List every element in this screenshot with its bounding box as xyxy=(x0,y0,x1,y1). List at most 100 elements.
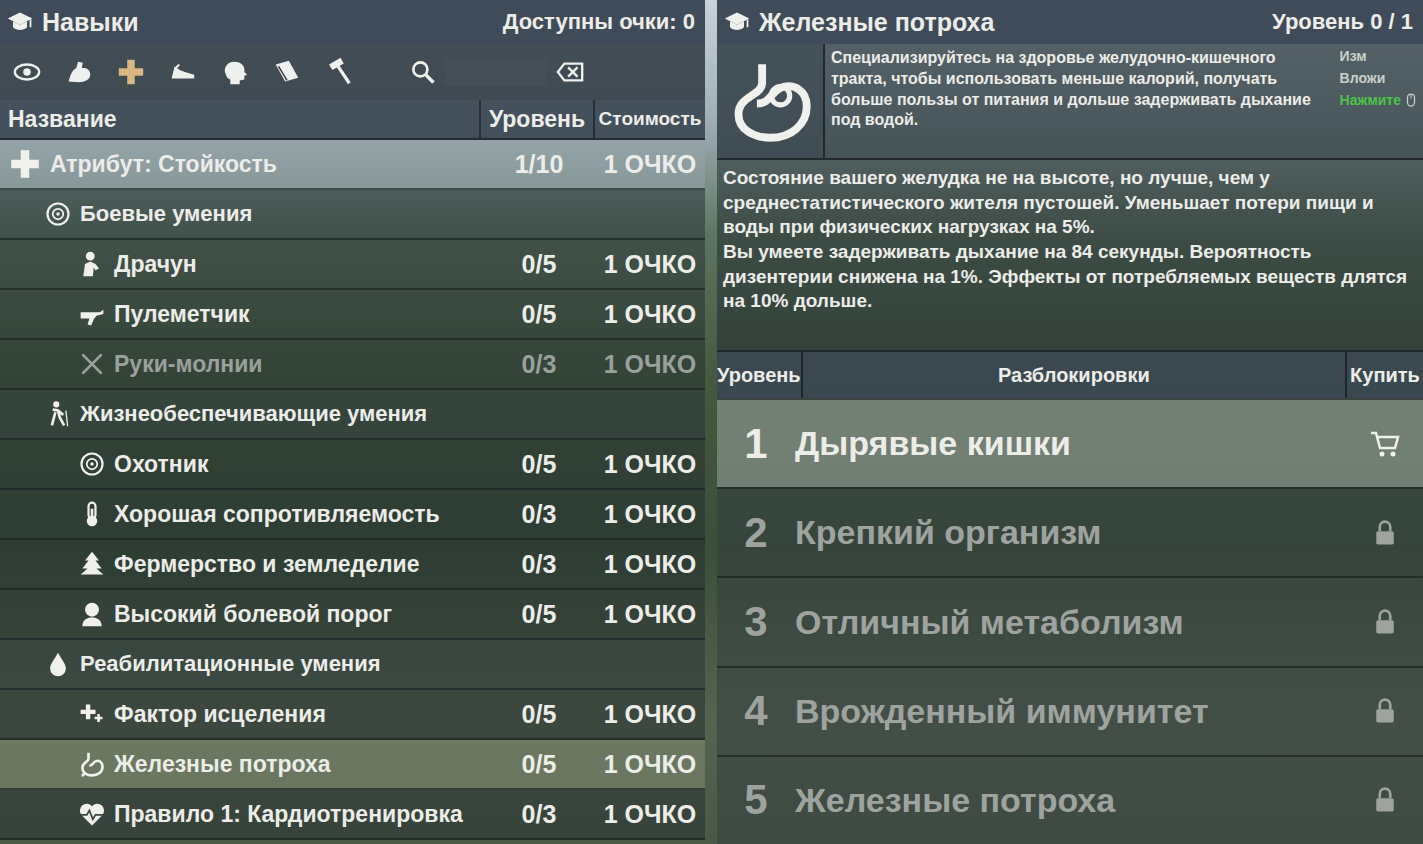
skill-row[interactable]: Хорошая сопротивляемость0/31 ОЧКО xyxy=(0,490,705,540)
tree-icon xyxy=(78,550,106,578)
skill-name: Хорошая сопротивляемость xyxy=(114,501,440,528)
skill-name: Фактор исцеления xyxy=(114,701,326,728)
skills-screen: НавыкиДоступны очки: 0 НазваниеУровеньСто… xyxy=(0,0,1423,844)
skill-row[interactable]: Драчун 0/51 ОЧКО xyxy=(0,240,705,290)
stomach-gear-icon xyxy=(728,59,812,143)
healing-plus-icon xyxy=(78,700,106,728)
drop-icon xyxy=(44,650,72,678)
perk-row[interactable]: 5Железные потроха xyxy=(717,755,1423,844)
skill-name: Жизнеобеспечивающие умения xyxy=(80,401,427,427)
skill-name: Руки-молнии xyxy=(114,351,262,378)
skill-row[interactable]: Атрибут: Стойкость1/101 ОЧКО xyxy=(0,140,705,190)
skill-level: 0/3 xyxy=(483,800,595,829)
skill-row[interactable]: Пулеметчик0/51 ОЧКО xyxy=(0,290,705,340)
skill-row[interactable]: Охотник 0/51 ОЧКО xyxy=(0,440,705,490)
skill-name-cell: Высокий болевой порог xyxy=(0,600,483,628)
skills-title: Навыки xyxy=(42,8,139,37)
skill-level: 0/5 xyxy=(483,450,595,479)
cross-icon xyxy=(116,57,146,87)
heart-icon xyxy=(78,800,106,828)
skill-level: 0/3 xyxy=(483,350,595,379)
clear-icon[interactable] xyxy=(555,57,585,87)
detail-level: Уровень 0 / 1 xyxy=(1272,9,1413,35)
crossed-blades-icon xyxy=(78,350,106,378)
skill-name: Охотник xyxy=(114,451,208,478)
perk-level: 1 xyxy=(717,420,795,468)
skill-row[interactable]: Правило 1: Кардиотренировка0/31 ОЧКО xyxy=(0,790,705,840)
skill-name: Драчун xyxy=(114,251,197,278)
tooltip-hint: Нажмите xyxy=(1340,92,1419,108)
skill-row[interactable]: Фермерство и земледелие0/31 ОЧКО xyxy=(0,540,705,590)
brain-icon xyxy=(220,57,250,87)
skill-level: 0/5 xyxy=(483,250,595,279)
category-row: Жизнеобеспечивающие умения xyxy=(0,390,705,440)
lock-icon xyxy=(1371,697,1399,725)
skill-name-cell: Правило 1: Кардиотренировка xyxy=(0,800,483,828)
category-tab[interactable] xyxy=(166,55,200,89)
skill-name-cell: Реабилитационные умения xyxy=(0,650,705,678)
detail-header: Железные потрохаУровень 0 / 1 xyxy=(717,0,1423,44)
detail-icon-box xyxy=(717,44,825,158)
perk-row[interactable]: 2Крепкий организм xyxy=(717,487,1423,576)
column-header: Стоимость xyxy=(595,100,705,138)
shoe-icon xyxy=(168,57,198,87)
graduation-cap-icon xyxy=(723,8,751,36)
description-paragraph: Состояние вашего желудка не на высоте, н… xyxy=(723,166,1417,240)
hiker-icon xyxy=(44,400,72,428)
hammer-icon xyxy=(324,57,354,87)
detail-summary: Специализируйтесь на здоровье желудочно-… xyxy=(717,44,1423,160)
skills-column-header: НазваниеУровеньСтоимость xyxy=(0,100,705,140)
lock-icon xyxy=(1371,608,1399,636)
skill-row[interactable]: Высокий болевой порог0/51 ОЧКО xyxy=(0,590,705,640)
target-icon xyxy=(44,200,72,228)
column-header: Уровень xyxy=(481,100,595,138)
stomach-icon xyxy=(78,750,106,778)
category-tab[interactable] xyxy=(10,55,44,89)
tooltip-hint: Вложи xyxy=(1340,70,1419,86)
perk-row[interactable]: 4Врожденный иммунитет xyxy=(717,666,1423,755)
crosshair-icon xyxy=(78,450,106,478)
category-tab[interactable] xyxy=(218,55,252,89)
skill-name-cell: Руки-молнии xyxy=(0,350,483,378)
skill-row[interactable]: Железные потроха0/51 ОЧКО xyxy=(0,740,705,790)
perk-buy-cell xyxy=(1347,697,1423,725)
mouse-icon xyxy=(1403,92,1419,108)
detail-summary-text: Специализируйтесь на здоровье желудочно-… xyxy=(825,44,1336,158)
column-header: Название xyxy=(0,100,481,138)
skill-name: Реабилитационные умения xyxy=(80,651,381,677)
lock-icon xyxy=(1371,519,1399,547)
skill-cost: 1 ОЧКО xyxy=(595,250,705,279)
skill-cost: 1 ОЧКО xyxy=(595,450,705,479)
category-tab[interactable] xyxy=(322,55,356,89)
hint-text: Вложи xyxy=(1340,70,1386,86)
skill-level: 0/5 xyxy=(483,600,595,629)
search-field[interactable] xyxy=(445,58,547,86)
skill-name: Боевые умения xyxy=(80,201,252,227)
category-tab[interactable] xyxy=(270,55,304,89)
perk-row[interactable]: 3Отличный метаболизм xyxy=(717,576,1423,665)
cart-icon xyxy=(1369,428,1401,460)
thermometer-icon xyxy=(78,500,106,528)
perk-name: Врожденный иммунитет xyxy=(795,692,1347,731)
skill-level: 0/5 xyxy=(483,700,595,729)
category-tab[interactable] xyxy=(114,55,148,89)
skills-panel: НавыкиДоступны очки: 0 НазваниеУровеньСто… xyxy=(0,0,705,844)
cross-icon xyxy=(8,147,42,181)
search-box xyxy=(409,57,585,87)
perk-buy-cell[interactable] xyxy=(1347,428,1423,460)
skill-row[interactable]: Руки-молнии0/31 ОЧКО xyxy=(0,340,705,390)
eye-icon xyxy=(12,57,42,87)
skill-name-cell: Охотник xyxy=(0,450,483,478)
hint-text: Изм xyxy=(1340,48,1367,64)
skill-row[interactable]: Фактор исцеления0/51 ОЧКО xyxy=(0,690,705,740)
category-toolbar xyxy=(0,44,705,100)
skills-header: НавыкиДоступны очки: 0 xyxy=(0,0,705,44)
perk-row[interactable]: 1Дырявые кишки xyxy=(717,398,1423,487)
category-tab[interactable] xyxy=(62,55,96,89)
skill-cost: 1 ОЧКО xyxy=(595,500,705,529)
perk-buy-cell xyxy=(1347,519,1423,547)
skill-name-cell: Драчун xyxy=(0,250,483,278)
skill-name-cell: Фермерство и земледелие xyxy=(0,550,483,578)
skill-cost: 1 ОЧКО xyxy=(595,150,705,179)
book-icon xyxy=(272,57,302,87)
